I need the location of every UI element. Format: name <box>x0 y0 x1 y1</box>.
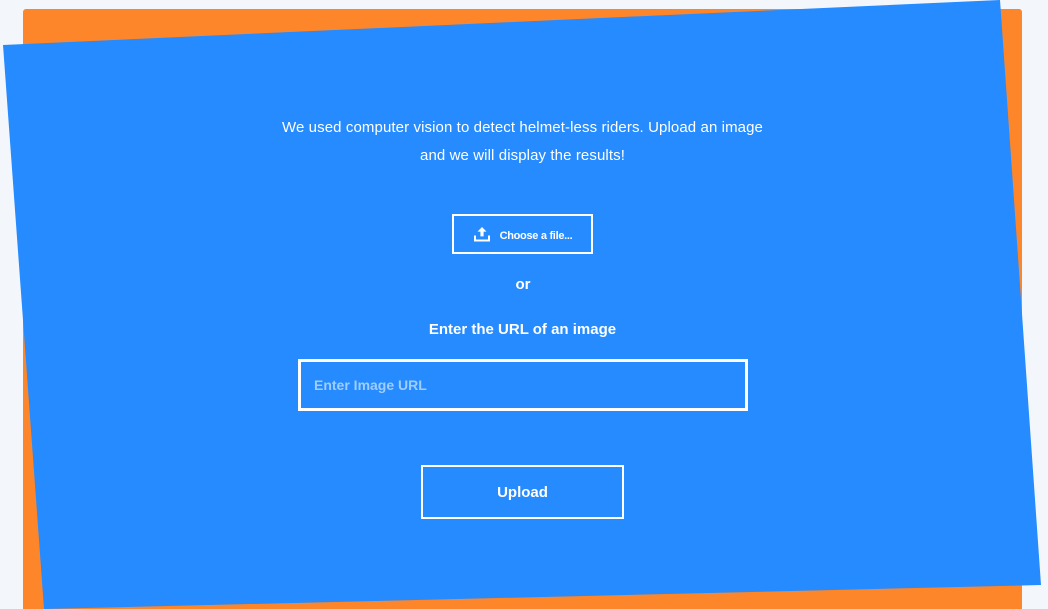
image-url-input[interactable] <box>298 359 748 411</box>
intro-line-1: We used computer vision to detect helmet… <box>281 119 764 136</box>
or-separator: or <box>515 276 531 293</box>
url-label: Enter the URL of an image <box>428 321 617 338</box>
choose-file-button[interactable]: Choose a file... <box>452 214 593 254</box>
intro-line-2: and we will display the results! <box>420 147 625 164</box>
upload-button[interactable]: Upload <box>421 465 624 519</box>
upload-form: We used computer vision to detect helmet… <box>0 0 1048 609</box>
intro-text: We used computer vision to detect helmet… <box>262 114 783 170</box>
page: We used computer vision to detect helmet… <box>0 0 1048 609</box>
choose-file-label: Choose a file... <box>499 229 573 242</box>
upload-icon <box>473 226 490 241</box>
